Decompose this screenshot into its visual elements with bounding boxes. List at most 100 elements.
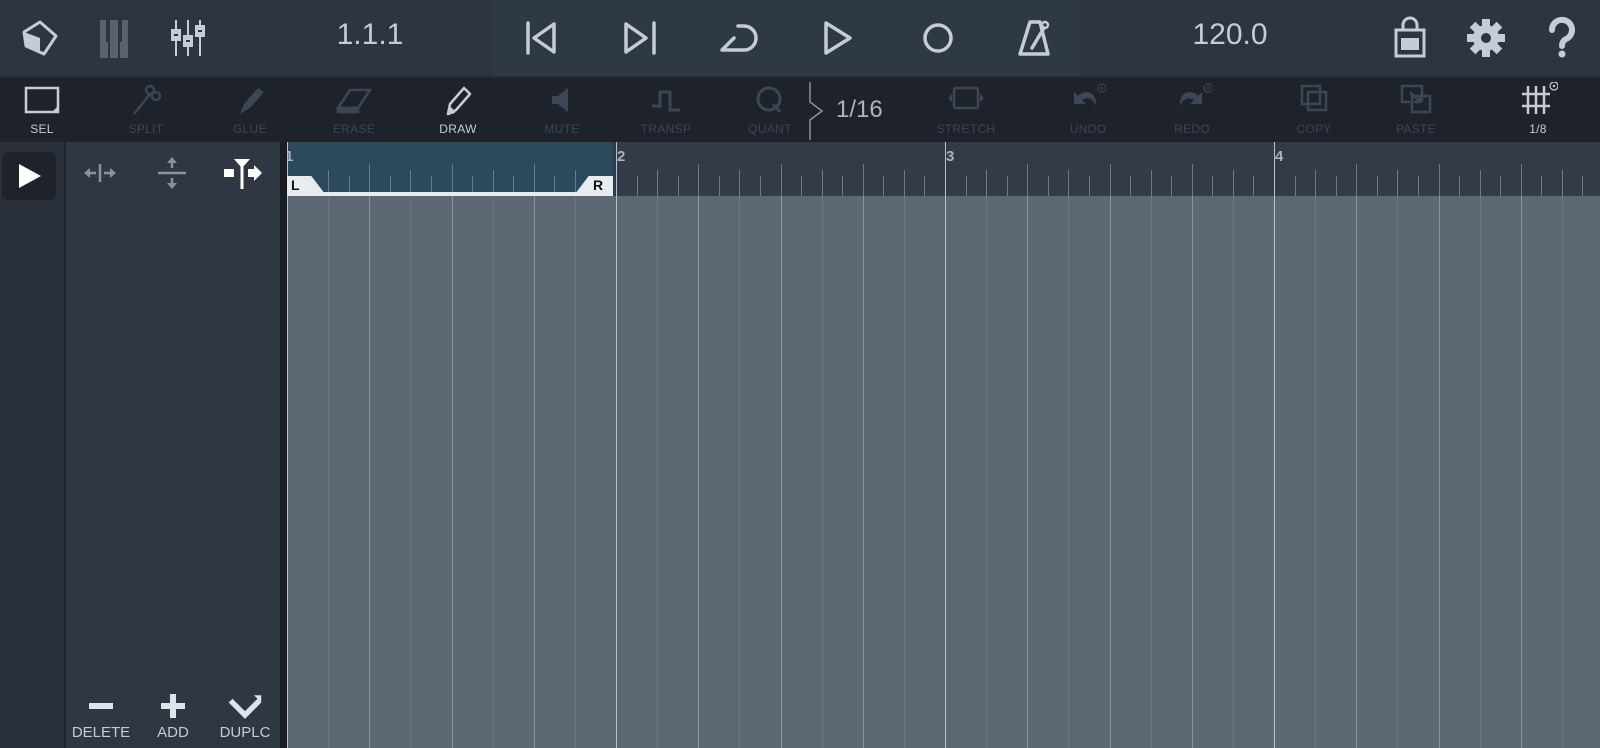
play-icon[interactable]: [814, 14, 862, 62]
track-play-button[interactable]: [2, 152, 56, 200]
bar-number: 3: [946, 148, 955, 165]
ruler-tick: [966, 176, 967, 196]
ruler-tick: [1356, 164, 1357, 196]
grid-line: [452, 196, 453, 748]
tempo-readout[interactable]: 120.0: [1180, 18, 1280, 52]
paste-icon: [1400, 84, 1432, 114]
tool-label: COPY: [1296, 122, 1332, 136]
play-triangle-icon: [19, 164, 41, 188]
tool-split[interactable]: SPLIT: [106, 82, 186, 142]
help-question-icon[interactable]: [1538, 14, 1586, 62]
duplicate-track-button[interactable]: DUPLC: [210, 690, 280, 748]
quantize-value-selector[interactable]: 1/16: [836, 96, 883, 124]
grid-line: [1480, 196, 1481, 748]
redo-arrow-icon: [1180, 83, 1212, 110]
zoom-vertical-icon[interactable]: [148, 152, 196, 194]
grid-hash-icon: [1522, 82, 1558, 114]
tool-quantize[interactable]: QUANT: [730, 82, 810, 142]
tool-stretch[interactable]: STRETCH: [926, 82, 1006, 142]
ruler-tick: [1377, 176, 1378, 196]
grid-line: [493, 196, 494, 748]
tool-erase[interactable]: ERASE: [314, 82, 394, 142]
tool-transpose[interactable]: TRANSP: [626, 82, 706, 142]
tool-label: DRAW: [439, 122, 477, 136]
tool-undo[interactable]: UNDO: [1048, 82, 1128, 142]
record-icon[interactable]: [914, 14, 962, 62]
tool-label: TRANSP: [640, 122, 692, 136]
tool-paste[interactable]: PASTE: [1376, 82, 1456, 142]
grid-line: [534, 196, 535, 748]
bar-line: [945, 196, 946, 748]
tool-copy[interactable]: COPY: [1274, 82, 1354, 142]
ruler-tick: [1500, 176, 1501, 196]
loop-region[interactable]: [287, 142, 613, 196]
shop-bag-icon[interactable]: [1386, 14, 1434, 62]
ruler-tick: [1192, 164, 1193, 196]
tool-label: SEL: [30, 122, 54, 136]
grid-line: [410, 196, 411, 748]
button-label: DELETE: [71, 724, 131, 741]
timeline-ruler[interactable]: 1 2 3 4 L R: [287, 142, 1600, 196]
ruler-tick: [1007, 176, 1008, 196]
zoom-horizontal-icon[interactable]: [76, 152, 124, 194]
tool-label: SPLIT: [128, 122, 164, 136]
button-label: DUPLC: [219, 724, 271, 741]
grid-line: [575, 196, 576, 748]
grid-line: [1110, 196, 1111, 748]
ruler-tick: [637, 176, 638, 196]
transpose-pulse-icon: [652, 90, 680, 112]
grid-line: [657, 196, 658, 748]
edit-toolbar: SEL SPLIT GLUE ERASE DRAW MUTE TRANSP QU…: [0, 76, 1600, 142]
grid-line: [1068, 196, 1069, 748]
metronome-icon[interactable]: [1012, 14, 1060, 62]
mixer-icon[interactable]: [164, 14, 212, 62]
ruler-tick: [719, 176, 720, 196]
ruler-tick: [1418, 176, 1419, 196]
loop-icon[interactable]: [716, 14, 764, 62]
follow-playhead-icon[interactable]: [220, 152, 268, 194]
stretch-icon: [948, 86, 984, 110]
top-bar: 1.1.1 120.0: [0, 0, 1600, 76]
grid-line: [863, 196, 864, 748]
delete-track-button[interactable]: DELETE: [66, 690, 136, 748]
ruler-tick: [1171, 176, 1172, 196]
tool-label: MUTE: [544, 122, 580, 136]
pencil-icon: [446, 86, 472, 116]
tool-label: STRETCH: [936, 122, 996, 136]
ruler-tick: [1233, 170, 1234, 196]
transport-section: [492, 0, 1080, 76]
grid-line: [328, 196, 329, 748]
add-track-button[interactable]: ADD: [138, 690, 208, 748]
rewind-to-start-icon[interactable]: [518, 14, 566, 62]
grid-line: [1233, 196, 1234, 748]
ruler-tick: [781, 164, 782, 196]
ruler-tick: [739, 170, 740, 196]
panel-divider[interactable]: [280, 142, 287, 748]
skip-to-end-icon[interactable]: [616, 14, 664, 62]
ruler-tick: [1212, 176, 1213, 196]
track-header-column: [0, 142, 64, 748]
tool-redo[interactable]: REDO: [1152, 82, 1232, 142]
grid-line: [739, 196, 740, 748]
bar-number: 2: [617, 148, 626, 165]
tool-draw[interactable]: DRAW: [418, 82, 498, 142]
ruler-tick: [1459, 176, 1460, 196]
grid-snap-button[interactable]: 1/8: [1498, 82, 1578, 142]
ruler-tick: [842, 176, 843, 196]
ruler-tick: [822, 170, 823, 196]
tool-label: QUANT: [748, 122, 792, 136]
arrangement-grid[interactable]: [287, 196, 1600, 748]
grid-line: [1397, 196, 1398, 748]
ruler-tick: [760, 176, 761, 196]
ruler-tick: [1582, 176, 1583, 196]
song-position-readout[interactable]: 1.1.1: [320, 18, 420, 52]
button-label: ADD: [157, 724, 189, 741]
settings-gear-icon[interactable]: [1462, 14, 1510, 62]
piano-keys-icon[interactable]: [90, 14, 138, 62]
tool-glue[interactable]: GLUE: [210, 82, 290, 142]
bar-line: [616, 196, 617, 748]
tool-mute[interactable]: MUTE: [522, 82, 602, 142]
quantize-q-icon: [756, 86, 782, 113]
tool-select[interactable]: SEL: [2, 82, 82, 142]
arrange-cube-icon[interactable]: [16, 14, 64, 62]
